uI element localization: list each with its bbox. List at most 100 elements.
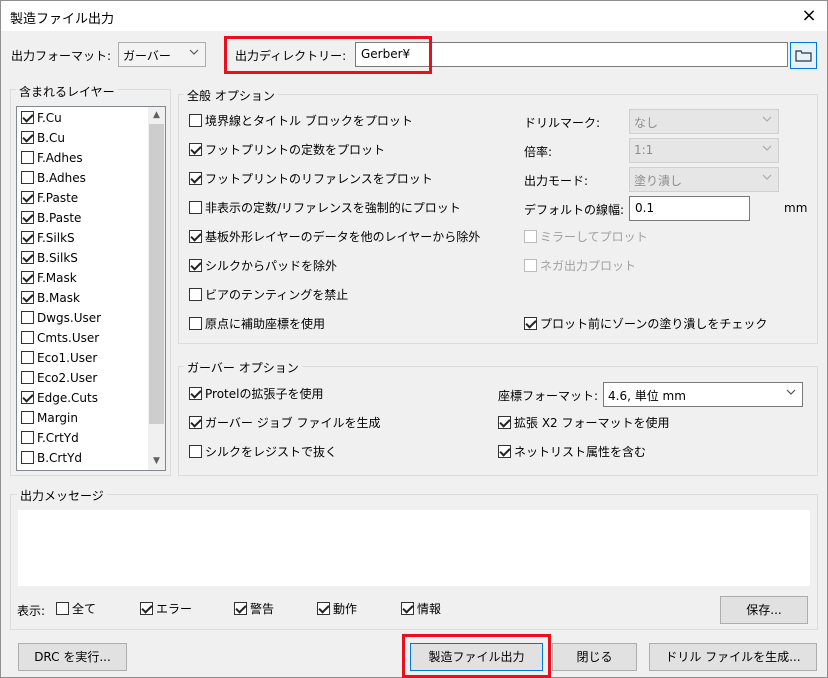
general-option-checkbox[interactable]: フットプリントの定数をプロット (189, 143, 385, 159)
netlist-attr-label: ネットリスト属性を含む (514, 445, 647, 459)
layers-scrollbar[interactable]: ▲ ▼ (148, 107, 165, 470)
checkbox-box (189, 317, 202, 330)
gerber-option-checkbox-label: シルクをレジストで抜く (205, 445, 338, 459)
message-filter-checkbox[interactable]: エラー (140, 602, 192, 618)
checkbox-box (189, 445, 202, 458)
checkbox-box (21, 431, 34, 444)
checkbox-box (21, 171, 34, 184)
zone-check-checkbox[interactable]: プロット前にゾーンの塗り潰しをチェック (524, 317, 767, 333)
layer-item[interactable]: F.Mask (21, 271, 77, 287)
checkbox-box (140, 602, 153, 615)
layer-item[interactable]: Eco2.User (21, 371, 97, 387)
message-filter-checkbox[interactable]: 動作 (317, 602, 357, 618)
checkbox-box (189, 230, 202, 243)
layer-item-label: F.Paste (37, 191, 79, 205)
layer-item[interactable]: F.Paste (21, 191, 78, 207)
layer-item[interactable]: F.Cu (21, 111, 62, 127)
general-option-checkbox[interactable]: シルクからパッドを除外 (189, 259, 337, 275)
x2-format-label: 拡張 X2 フォーマットを使用 (514, 416, 670, 430)
layer-item-label: Edge.Cuts (37, 391, 98, 405)
layer-item[interactable]: B.Cu (21, 131, 65, 147)
format-select[interactable]: ガーバー (118, 42, 206, 67)
layer-item[interactable]: Cmts.User (21, 331, 99, 347)
message-filter-checkbox-label: 警告 (250, 602, 275, 616)
checkbox-box (498, 416, 511, 429)
mirror-checkbox[interactable]: ミラーしてプロット (524, 230, 648, 246)
generate-drill-button[interactable]: ドリル ファイルを生成... (649, 643, 817, 671)
layer-item-label: B.Mask (37, 291, 80, 305)
general-option-checkbox[interactable]: 境界線とタイトル ブロックをプロット (189, 114, 413, 130)
checkbox-box (524, 259, 537, 272)
general-option-checkbox[interactable]: 非表示の定数/リファレンスを強制的にプロット (189, 201, 461, 217)
checkbox-box (21, 111, 34, 124)
negative-checkbox[interactable]: ネガ出力プロット (524, 259, 636, 275)
coord-format-value: 4.6, 単位 mm (608, 389, 686, 403)
layer-item-label: F.SilkS (37, 231, 75, 245)
general-option-checkbox[interactable]: ビアのテンティングを禁止 (189, 288, 348, 304)
general-option-checkbox-label: 境界線とタイトル ブロックをプロット (205, 114, 413, 128)
general-option-checkbox[interactable]: 原点に補助座標を使用 (189, 317, 325, 333)
checkbox-box (401, 602, 414, 615)
close-button[interactable]: 閉じる (552, 643, 637, 671)
x2-format-checkbox[interactable]: 拡張 X2 フォーマットを使用 (498, 416, 670, 432)
netlist-attr-checkbox[interactable]: ネットリスト属性を含む (498, 445, 646, 461)
gerber-option-checkbox[interactable]: ガーバー ジョブ ファイルを生成 (189, 416, 381, 432)
layer-item[interactable]: B.Adhes (21, 171, 86, 187)
line-width-input[interactable]: 0.1 (629, 196, 750, 221)
layer-item[interactable]: Dwgs.User (21, 311, 101, 327)
checkbox-box (21, 451, 34, 464)
message-filter-checkbox[interactable]: 情報 (401, 602, 441, 618)
scroll-down-icon[interactable]: ▼ (148, 453, 165, 470)
layer-item[interactable]: F.SilkS (21, 231, 75, 247)
layer-item[interactable]: F.CrtYd (21, 431, 79, 447)
layer-item-label: Dwgs.User (37, 311, 102, 325)
save-messages-button[interactable]: 保存... (720, 596, 808, 624)
close-icon[interactable]: × (797, 4, 821, 28)
title-bar: 製造ファイル出力 × (1, 1, 827, 31)
layer-item-label: B.SilkS (37, 251, 78, 265)
messages-title: 出力メッセージ (17, 487, 107, 504)
browse-folder-button[interactable] (790, 42, 817, 69)
general-option-checkbox-label: フットプリントのリファレンスをプロット (205, 172, 433, 186)
checkbox-box (21, 231, 34, 244)
layer-item[interactable]: Margin (21, 411, 78, 427)
drill-marks-select[interactable]: なし (629, 109, 779, 134)
window-title: 製造ファイル出力 (10, 12, 115, 27)
checkbox-box (189, 416, 202, 429)
drill-marks-label: ドリルマーク: (524, 116, 601, 130)
general-options-title: 全般 オプション (184, 87, 278, 104)
general-option-checkbox[interactable]: フットプリントのリファレンスをプロット (189, 172, 433, 188)
gerber-option-checkbox[interactable]: シルクをレジストで抜く (189, 445, 337, 461)
checkbox-box (21, 311, 34, 324)
negative-label: ネガ出力プロット (540, 259, 637, 273)
message-filter-checkbox[interactable]: 全て (56, 602, 96, 618)
layer-item-label: B.CrtYd (37, 451, 83, 465)
message-filter-checkbox-label: 全て (72, 602, 97, 616)
scroll-thumb[interactable] (149, 124, 164, 424)
layer-item[interactable]: B.SilkS (21, 251, 78, 267)
scroll-up-icon[interactable]: ▲ (148, 107, 165, 124)
checkbox-box (317, 602, 330, 615)
scale-select[interactable]: 1:1 (629, 138, 779, 163)
general-option-checkbox[interactable]: 基板外形レイヤーのデータを他のレイヤーから除外 (189, 230, 480, 246)
layers-list[interactable]: F.Cu B.Cu F.Adhes B.Adhes F.Paste B.Paste F.Si… (16, 106, 166, 471)
gerber-option-checkbox[interactable]: Protelの拡張子を使用 (189, 387, 323, 403)
chevron-down-icon (189, 49, 199, 55)
layer-item[interactable]: B.CrtYd (21, 451, 82, 467)
gerber-option-checkbox-label: Protelの拡張子を使用 (205, 387, 324, 401)
messages-output[interactable] (17, 509, 811, 587)
output-mode-select[interactable]: 塗り潰し (629, 167, 779, 192)
layer-item[interactable]: Edge.Cuts (21, 391, 98, 407)
output-mode-value: 塗り潰し (634, 174, 683, 188)
coord-format-select[interactable]: 4.6, 単位 mm (603, 382, 803, 407)
message-filter-checkbox[interactable]: 警告 (234, 602, 274, 618)
layer-item[interactable]: B.Mask (21, 291, 80, 307)
layer-item[interactable]: F.Adhes (21, 151, 83, 167)
layer-item[interactable]: Eco1.User (21, 351, 97, 367)
run-drc-button[interactable]: DRC を実行... (18, 643, 127, 671)
highlight-output-dir (224, 36, 432, 74)
plot-dialog: 製造ファイル出力 × 出力フォーマット: ガーバー 出力ディレクトリー: Ger… (0, 0, 828, 678)
checkbox-box (498, 445, 511, 458)
layer-item[interactable]: B.Paste (21, 211, 81, 227)
layer-item-label: F.Adhes (37, 151, 83, 165)
